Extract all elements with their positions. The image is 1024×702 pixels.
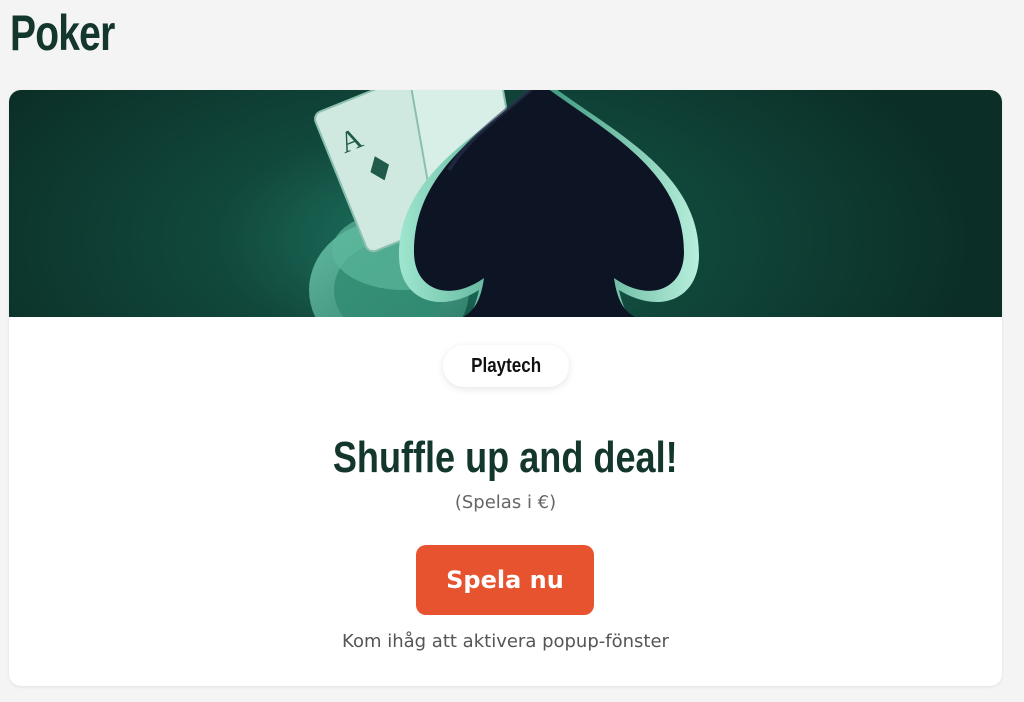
game-headline-text: Shuffle up and deal! [333, 433, 678, 482]
page-title: Poker [10, 5, 115, 61]
popup-reminder: Kom ihåg att aktivera popup-fönster [342, 631, 669, 652]
play-now-button[interactable]: Spela nu [416, 545, 594, 615]
spade-banner-icon: A [309, 90, 699, 317]
game-headline: Shuffle up and deal! [9, 433, 1002, 483]
currency-note: (Spelas i €) [454, 492, 557, 513]
provider-badge: Playtech [443, 345, 569, 387]
provider-label: Playtech [471, 354, 541, 377]
game-card: A Playtech Shuffle up and deal! (Spelas … [9, 90, 1002, 686]
game-banner[interactable]: A [9, 90, 1002, 317]
